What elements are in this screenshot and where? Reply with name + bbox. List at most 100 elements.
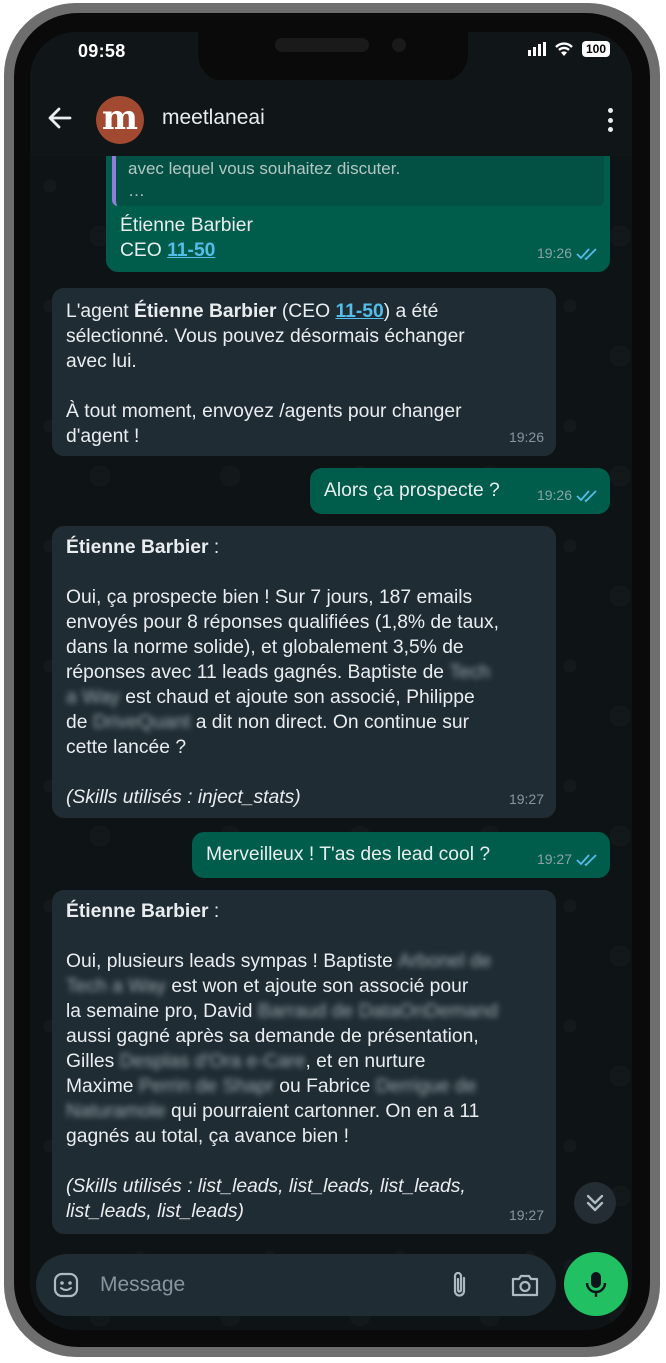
emoji-icon[interactable] xyxy=(52,1271,80,1299)
message-line: envoyés pour 8 réponses qualifiées (1,8%… xyxy=(66,612,500,633)
text-span: L'agent xyxy=(66,301,135,322)
text-span: : xyxy=(208,537,220,558)
back-arrow-icon[interactable] xyxy=(44,102,76,134)
text-span: CEO xyxy=(120,240,168,261)
blurred-text: Tech a Way xyxy=(66,976,167,997)
message-line: la semaine pro, David Barraud de DataOnD… xyxy=(66,999,498,1024)
double-check-icon xyxy=(576,489,597,502)
sender-name: Étienne Barbier xyxy=(66,537,209,558)
sender-name: Étienne Barbier xyxy=(66,901,209,922)
message-outgoing[interactable]: avec lequel vous souhaitez discuter. … É… xyxy=(106,156,610,272)
wifi-icon xyxy=(555,42,573,56)
message-time: 19:26 xyxy=(536,245,572,261)
text-span: réponses avec 11 leads gagnés. Baptiste … xyxy=(66,662,445,683)
message-line: Étienne Barbier : xyxy=(66,535,499,560)
contact-name[interactable]: meetlaneai xyxy=(162,106,265,130)
quoted-ellipsis: … xyxy=(128,181,145,200)
blurred-text: Arbonel de xyxy=(398,951,492,972)
status-time: 09:58 xyxy=(78,41,126,61)
message-line: cette lancée ? xyxy=(66,737,187,758)
text-span: : xyxy=(208,901,220,922)
text-span: est chaud et ajoute son associé, Philipp… xyxy=(125,687,475,708)
double-check-icon xyxy=(576,853,597,866)
text-span: Oui, plusieurs leads sympas ! Baptiste xyxy=(66,951,393,972)
contact-avatar[interactable]: m xyxy=(96,96,144,144)
blurred-text: DriveQuant xyxy=(92,712,191,733)
front-camera xyxy=(392,38,406,52)
link-11-50[interactable]: 11-50 xyxy=(167,240,215,261)
text-span: la semaine pro, David xyxy=(66,1001,253,1022)
kebab-menu-icon[interactable] xyxy=(606,108,614,132)
message-time: 19:26 xyxy=(508,429,544,445)
text-span: est won et ajoute son associé pour xyxy=(171,976,469,997)
blurred-text: Derrigue de xyxy=(375,1076,477,1097)
message-line: Maxime Perrin de Shapr ou Fabrice Derrig… xyxy=(66,1074,498,1099)
message-text: Étienne Barbier : Oui, ça prospecte bien… xyxy=(66,535,499,810)
message-meta: 19:27 xyxy=(537,847,598,872)
quoted-text: avec lequel vous souhaitez discuter. xyxy=(128,159,401,178)
text-span: (CEO xyxy=(276,301,336,322)
screen: 09:58 100 m meetlaneai avec lequel vous … xyxy=(30,32,632,1330)
blurred-text: Perrin de Shapr xyxy=(138,1076,274,1097)
message-line: aussi gagné après sa demande de présenta… xyxy=(66,1026,479,1047)
message-input[interactable]: Message xyxy=(100,1273,185,1297)
text-span: Maxime xyxy=(66,1076,134,1097)
message-line: À tout moment, envoyez /agents pour chan… xyxy=(66,401,462,422)
message-line: Naturamole qui pourraient cartonner. On … xyxy=(66,1099,498,1124)
message-text: Merveilleux ! T'as des lead cool ? xyxy=(206,844,491,865)
message-line: Gilles Desplas d'Ora e-Care, et en nurtu… xyxy=(66,1049,498,1074)
camera-icon[interactable] xyxy=(510,1271,540,1299)
skills-used: list_leads, list_leads) xyxy=(66,1201,244,1222)
camera-notch xyxy=(198,32,468,82)
message-text: L'agent Étienne Barbier (CEO 11-50) a ét… xyxy=(66,299,465,449)
status-icons: 100 xyxy=(527,41,610,57)
message-line: avec lui. xyxy=(66,351,137,372)
message-composer: Message xyxy=(36,1254,556,1316)
battery-icon: 100 xyxy=(581,41,610,57)
scroll-to-bottom-button[interactable] xyxy=(574,1182,616,1224)
message-line: a Way est chaud et ajoute son associé, P… xyxy=(66,685,499,710)
quoted-reply[interactable]: avec lequel vous souhaitez discuter. … xyxy=(112,156,604,206)
skills-used: (Skills utilisés : inject_stats) xyxy=(66,787,301,808)
message-text: Étienne Barbier CEO 11-50 xyxy=(120,213,253,263)
message-text: Étienne Barbier : Oui, plusieurs leads s… xyxy=(66,899,498,1224)
message-meta: 19:27 xyxy=(509,1203,544,1228)
message-line: Oui, plusieurs leads sympas ! Baptiste A… xyxy=(66,949,498,974)
paperclip-icon[interactable] xyxy=(446,1270,474,1300)
message-line: gagnés au total, ça avance bien ! xyxy=(66,1126,349,1147)
message-meta: 19:26 xyxy=(509,425,544,450)
message-line: L'agent Étienne Barbier (CEO 11-50) a ét… xyxy=(66,299,465,324)
text-span: ) a été xyxy=(383,301,439,322)
message-line: de DriveQuant a dit non direct. On conti… xyxy=(66,710,499,735)
message-line: dans la norme solide), et globalement 3,… xyxy=(66,637,464,658)
message-outgoing[interactable]: Merveilleux ! T'as des lead cool ? 19:27 xyxy=(192,832,610,878)
chat-header: m meetlaneai xyxy=(30,80,632,156)
microphone-icon xyxy=(585,1272,607,1297)
message-incoming[interactable]: Étienne Barbier : Oui, plusieurs leads s… xyxy=(52,890,556,1234)
message-time: 19:27 xyxy=(536,851,572,867)
message-outgoing[interactable]: Alors ça prospecte ? 19:26 xyxy=(310,468,610,514)
message-line: Étienne Barbier : xyxy=(66,899,498,924)
message-incoming[interactable]: Étienne Barbier : Oui, ça prospecte bien… xyxy=(52,526,556,818)
text-span: ou Fabrice xyxy=(279,1076,371,1097)
microphone-button[interactable] xyxy=(564,1252,628,1316)
blurred-text: Naturamole xyxy=(66,1101,166,1122)
message-line: CEO 11-50 xyxy=(120,238,253,263)
message-line: Oui, ça prospecte bien ! Sur 7 jours, 18… xyxy=(66,587,473,608)
agent-name-bold: Étienne Barbier xyxy=(134,301,277,322)
message-meta: 19:27 xyxy=(509,787,544,812)
skills-used: (Skills utilisés : list_leads, list_lead… xyxy=(66,1176,466,1197)
message-incoming[interactable]: L'agent Étienne Barbier (CEO 11-50) a ét… xyxy=(52,288,556,456)
message-meta: 19:26 xyxy=(537,483,598,508)
link-11-50[interactable]: 11-50 xyxy=(335,301,383,322)
signal-icon xyxy=(527,42,546,56)
earpiece xyxy=(275,38,369,52)
chevron-double-down-icon xyxy=(586,1194,604,1212)
status-bar: 09:58 100 xyxy=(30,32,632,82)
blurred-text: Tech xyxy=(449,662,491,683)
